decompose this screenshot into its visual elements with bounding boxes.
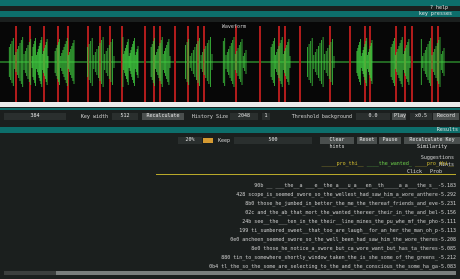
play-button[interactable]: Play — [392, 113, 406, 120]
top-line-mid: ____the_wanted_ — [366, 161, 412, 167]
result-row[interactable]: 24b see__the___ten_in_the_their__line_mi… — [0, 218, 460, 226]
recalculate-button[interactable]: Recalculate — [142, 113, 184, 120]
top-line-left: _____pro_thi__ — [321, 161, 364, 167]
result-row-prob: -5.212 — [437, 255, 456, 261]
result-row-text: 90b __ ___the__a ___e__the_a___u_a___en_… — [254, 183, 438, 189]
history-size-field[interactable]: 2048 — [230, 113, 258, 120]
history-checkbox[interactable]: 1 — [262, 113, 270, 120]
result-row-text: 0e0 ancheen_seemed_swore_so_the_well_bee… — [230, 237, 438, 243]
result-row[interactable]: 90b __ ___the__a ___e__the_a___u_a___en_… — [0, 182, 460, 190]
keep-label: Keep — [217, 138, 230, 144]
scroll-strip[interactable] — [0, 102, 460, 107]
fft-field[interactable]: 512 — [112, 113, 138, 120]
result-row-text: 199 ti_sumbered_sweet__that_too_are_laug… — [239, 228, 438, 234]
clear-hints-button[interactable]: Clear hints — [320, 137, 354, 150]
result-row-prob: -5.231 — [437, 201, 456, 207]
horizontal-scrollbar[interactable] — [4, 271, 456, 275]
result-row-prob: -5.183 — [437, 183, 456, 189]
result-row-text: 02c and_the_ab_that_mort_the_wanted_ther… — [245, 210, 438, 216]
result-row[interactable]: 199 ti_sumbered_sweet__that_too_are_laug… — [0, 227, 460, 235]
result-row[interactable]: 880 tin_to_somewhere_shortly_window_take… — [0, 254, 460, 262]
key-press-label: key presses — [418, 11, 452, 17]
result-row[interactable]: 0e0 ancheen_seemed_swore_so_the_well_bee… — [0, 236, 460, 244]
reset-button[interactable]: Reset — [357, 137, 377, 144]
result-row[interactable]: 0b4 tl_the_so_the_some_are_selecting_to_… — [0, 263, 460, 270]
result-row-text: 24b see__the___ten_in_the_their__line_mi… — [242, 219, 438, 225]
waveform-plot — [0, 26, 460, 102]
result-row-text: 0b4 tl_the_so_the_some_are_selecting_to_… — [209, 264, 438, 270]
control-row: Record x0.5 Play 0.0 Threshold backgroun… — [0, 112, 460, 121]
result-row-prob: -5.113 — [437, 228, 456, 234]
result-row-prob: -5.292 — [437, 192, 456, 198]
result-row[interactable]: 02c and_the_ab_that_mort_the_wanted_ther… — [0, 209, 460, 217]
recalc-similarity-button[interactable]: Recalculate Key Similarity — [404, 137, 460, 150]
key-width-field[interactable]: 384 — [4, 113, 66, 120]
keep-slider-knob[interactable] — [203, 138, 213, 143]
results-header — [0, 127, 460, 133]
history-size-label: History Size — [191, 114, 228, 120]
pause-button[interactable]: Pause — [379, 137, 401, 144]
result-row-prob: -5.083 — [437, 264, 456, 270]
key-press-bar — [0, 11, 460, 17]
key-width-label: Key width — [80, 114, 108, 120]
result-row[interactable]: 8b0 those_he_jumbed_in_better_the_me_the… — [0, 200, 460, 208]
result-row-text: 880 tin_to_somewhere_shortly_window_take… — [221, 255, 438, 261]
result-row[interactable]: 8e0 those_he_notice_a_swore_but_ca_wore_… — [0, 245, 460, 253]
record-seconds-field[interactable]: x0.5 — [410, 113, 432, 120]
result-row-prob: -5.156 — [437, 210, 456, 216]
threshold-field[interactable]: 0.0 — [356, 113, 390, 120]
result-row-prob: -5.085 — [437, 246, 456, 252]
top-line: _____pro_thi__ ____the_wanted_ ____pro_t… — [0, 160, 460, 168]
hint-field[interactable]: 500 — [234, 137, 312, 144]
result-row[interactable]: 428 scope_is_seemed_swore_so_the_wellest… — [0, 191, 460, 199]
app-window: ? help key presses Waveform Record x0.5 … — [0, 0, 460, 279]
top-line-right: ____pro_thi__ — [414, 161, 454, 167]
waveform-panel: Waveform — [0, 22, 460, 102]
record-button[interactable]: Record — [433, 113, 459, 120]
separator-line — [156, 174, 456, 175]
divider — [0, 108, 460, 110]
result-row-prob: -5.208 — [437, 237, 456, 243]
waveform-title: Waveform — [221, 24, 246, 30]
results-header-label: Results — [436, 127, 458, 133]
scrollbar-thumb[interactable] — [56, 271, 456, 275]
top-bar — [0, 0, 460, 6]
results-list[interactable]: _____pro_thi__ ____the_wanted_ ____pro_t… — [0, 152, 460, 270]
keep-field[interactable]: 20% — [178, 137, 202, 144]
result-row-text: 8e0 those_he_notice_a_swore_but_ca_wore_… — [251, 246, 438, 252]
result-row-prob: -5.111 — [437, 219, 456, 225]
result-row-text: 428 scope_is_seemed_swore_so_the_wellest… — [236, 192, 438, 198]
result-row-text: 8b0 those_he_jumbed_in_better_the_me_the… — [245, 201, 438, 207]
threshold-label: Threshold background — [291, 114, 352, 120]
